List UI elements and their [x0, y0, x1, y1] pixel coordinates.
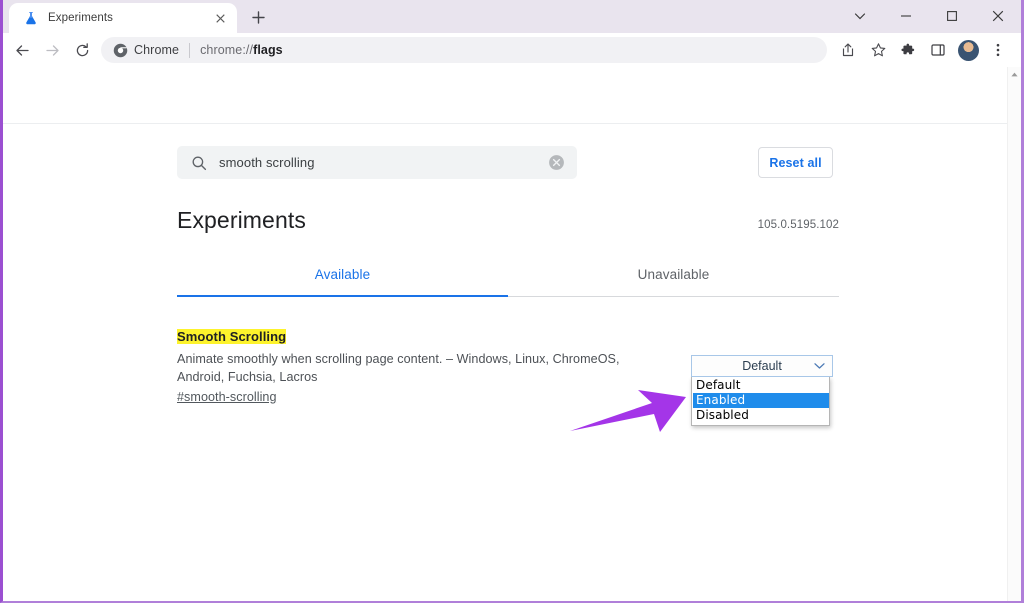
profile-button[interactable]	[953, 36, 983, 64]
option-enabled[interactable]: Enabled	[693, 393, 829, 408]
chrome-logo-icon	[113, 43, 128, 57]
omnibox-url: chrome://flags	[200, 43, 283, 57]
omnibox-chip-label: Chrome	[134, 43, 180, 57]
tab-available-label: Available	[314, 267, 371, 282]
minimize-icon	[901, 14, 911, 17]
back-button[interactable]	[7, 36, 37, 64]
browser-window: Experiments Chrome chrome://flags smooth…	[0, 0, 1024, 603]
omnibox-divider	[189, 42, 191, 58]
extensions-button[interactable]	[893, 36, 923, 64]
search-icon	[192, 156, 207, 170]
more-menu-icon	[996, 43, 1000, 57]
reload-icon	[76, 42, 88, 56]
close-window-button[interactable]	[975, 0, 1021, 31]
flag-name-line: Smooth Scrolling	[177, 327, 655, 346]
address-bar[interactable]: Chrome chrome://flags	[101, 37, 827, 63]
chevron-down-icon	[854, 12, 866, 19]
flag-select-area: Default Default Enabled Disabled	[691, 355, 833, 426]
tab-title: Experiments	[48, 12, 114, 24]
tab-close-icon[interactable]	[212, 10, 229, 27]
close-icon	[216, 13, 225, 23]
browser-toolbar: Chrome chrome://flags	[3, 33, 1021, 67]
maximize-button[interactable]	[929, 0, 975, 31]
chevron-down-icon	[814, 362, 825, 370]
tab-strip: Experiments	[3, 0, 1021, 33]
page-title-row: Experiments 105.0.5195.102	[177, 207, 839, 234]
plus-icon	[252, 11, 265, 24]
flag-permalink[interactable]: #smooth-scrolling	[177, 390, 277, 404]
reset-all-label: Reset all	[769, 155, 822, 170]
flags-header-bar	[3, 67, 1021, 124]
reset-all-button[interactable]: Reset all	[758, 147, 833, 178]
flag-description: Animate smoothly when scrolling page con…	[177, 352, 620, 384]
tab-search-button[interactable]	[837, 0, 883, 31]
toolbar-actions	[833, 36, 1013, 64]
reload-button[interactable]	[67, 36, 97, 64]
tab-unavailable-label: Unavailable	[637, 267, 710, 282]
share-button[interactable]	[833, 36, 863, 64]
minimize-button[interactable]	[883, 0, 929, 31]
side-panel-icon	[931, 44, 945, 56]
version-label: 105.0.5195.102	[757, 219, 839, 231]
side-panel-button[interactable]	[923, 36, 953, 64]
browser-tab[interactable]: Experiments	[9, 3, 237, 33]
close-icon	[992, 10, 1004, 21]
page-scrollbar[interactable]	[1007, 67, 1021, 601]
flag-select-options[interactable]: Default Enabled Disabled	[691, 377, 830, 426]
option-default[interactable]: Default	[693, 378, 829, 393]
tab-available[interactable]: Available	[177, 257, 508, 297]
avatar	[957, 39, 979, 61]
omnibox-chrome-chip: Chrome	[113, 43, 179, 58]
omnibox-url-prefix: chrome://	[200, 43, 254, 57]
flag-name: Smooth Scrolling	[177, 329, 287, 344]
search-input[interactable]: smooth scrolling	[177, 146, 577, 179]
extensions-puzzle-icon	[901, 43, 915, 55]
new-tab-button[interactable]	[245, 4, 272, 31]
back-arrow-icon	[15, 44, 29, 56]
option-disabled[interactable]: Disabled	[693, 408, 829, 423]
more-menu-button[interactable]	[983, 36, 1013, 64]
window-controls	[837, 0, 1021, 31]
flags-page: smooth scrolling Reset all Experiments 1…	[3, 67, 1021, 601]
share-icon	[842, 43, 854, 57]
flag-select[interactable]: Default	[691, 355, 833, 377]
maximize-icon	[947, 10, 957, 21]
tab-unavailable[interactable]: Unavailable	[508, 257, 839, 296]
scroll-up-arrow-icon[interactable]	[1008, 67, 1022, 81]
bookmark-button[interactable]	[863, 36, 893, 64]
forward-button	[37, 36, 67, 64]
omnibox-url-path: flags	[253, 43, 283, 57]
page-title: Experiments	[177, 207, 306, 233]
flag-select-value: Default	[742, 359, 782, 373]
flags-tabs: Available Unavailable	[177, 257, 839, 297]
search-input-value[interactable]: smooth scrolling	[219, 155, 536, 170]
flask-icon	[26, 12, 36, 25]
forward-arrow-icon	[45, 44, 59, 56]
flag-text-block: Smooth Scrolling Animate smoothly when s…	[177, 327, 655, 406]
bookmark-star-icon	[871, 42, 885, 56]
clear-circle-icon[interactable]	[548, 154, 565, 171]
